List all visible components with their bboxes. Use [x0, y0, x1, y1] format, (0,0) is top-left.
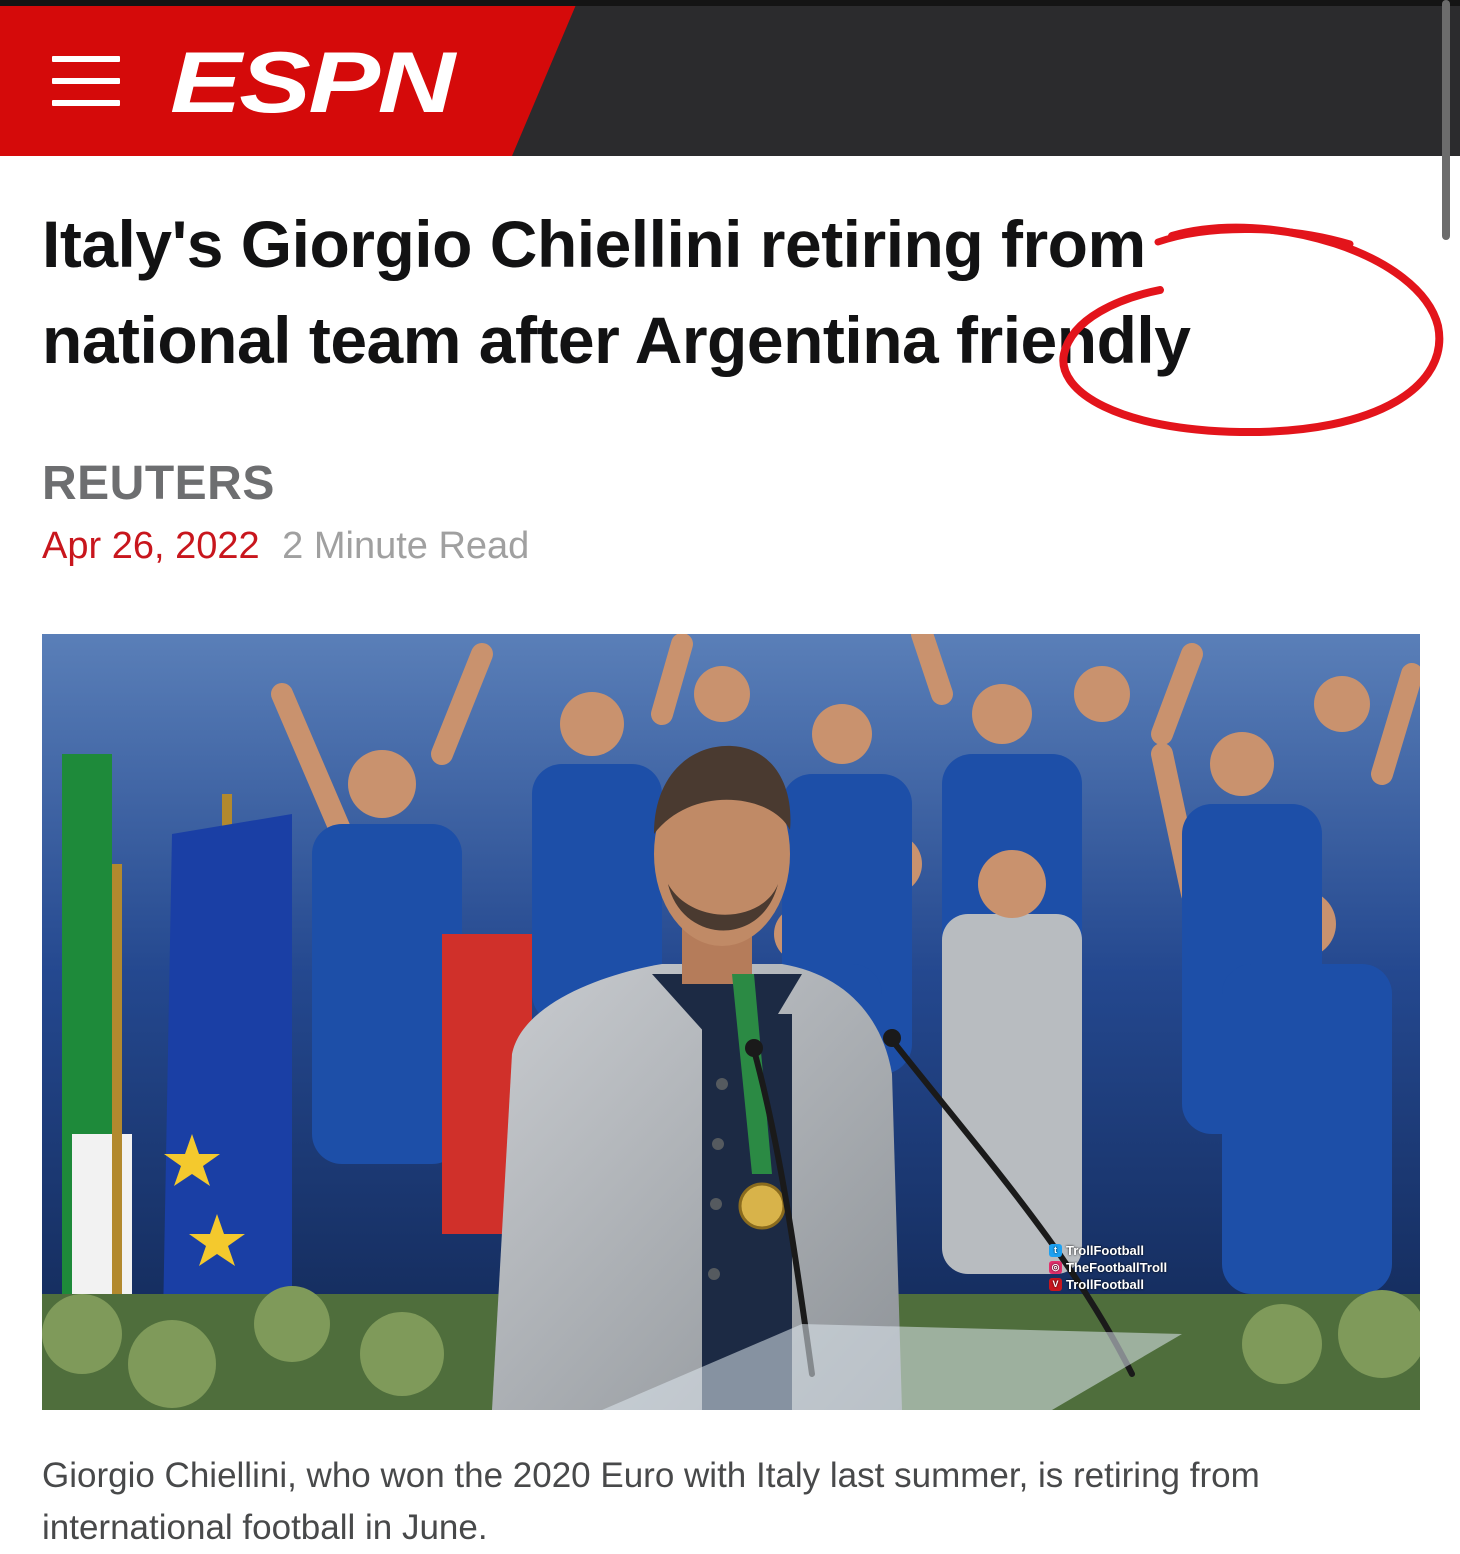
header-top-line: [0, 0, 1460, 6]
headline-line-2: national team after Argentina friendly: [42, 303, 1191, 377]
twitter-icon: t: [1049, 1244, 1062, 1257]
instagram-icon: ◎: [1049, 1261, 1062, 1274]
watermark-instagram-text: TheFootballTroll: [1066, 1260, 1168, 1275]
photo-watermark: t TrollFootball ◎ TheFootballTroll V Tro…: [1049, 1242, 1167, 1293]
watermark-row: V TrollFootball: [1049, 1276, 1167, 1293]
hamburger-menu-icon[interactable]: [44, 48, 128, 114]
vk-icon: V: [1049, 1278, 1062, 1291]
article-date: Apr 26, 2022: [42, 525, 260, 567]
article-source: REUTERS: [42, 457, 275, 510]
espn-logo[interactable]: ESPN: [170, 40, 455, 126]
article-read-time: 2 Minute Read: [282, 525, 530, 567]
watermark-twitter-text: TrollFootball: [1066, 1243, 1144, 1258]
photo-caption: Giorgio Chiellini, who won the 2020 Euro…: [42, 1456, 1260, 1547]
watermark-row: ◎ TheFootballTroll: [1049, 1259, 1167, 1276]
article-photo[interactable]: t TrollFootball ◎ TheFootballTroll V Tro…: [42, 634, 1420, 1410]
watermark-row: t TrollFootball: [1049, 1242, 1167, 1259]
article-headline: Italy's Giorgio Chiellini retiring from …: [42, 196, 1432, 388]
photo-illustration: [42, 634, 1420, 1410]
espn-logo-text: ESPN: [170, 35, 455, 131]
page-scrollbar[interactable]: [1442, 0, 1450, 240]
espn-header: ESPN: [0, 0, 1460, 156]
article-meta: Apr 26, 2022 2 Minute Read: [42, 520, 529, 572]
headline-line-1: Italy's Giorgio Chiellini retiring from: [42, 207, 1146, 281]
watermark-vk-text: TrollFootball: [1066, 1277, 1144, 1292]
